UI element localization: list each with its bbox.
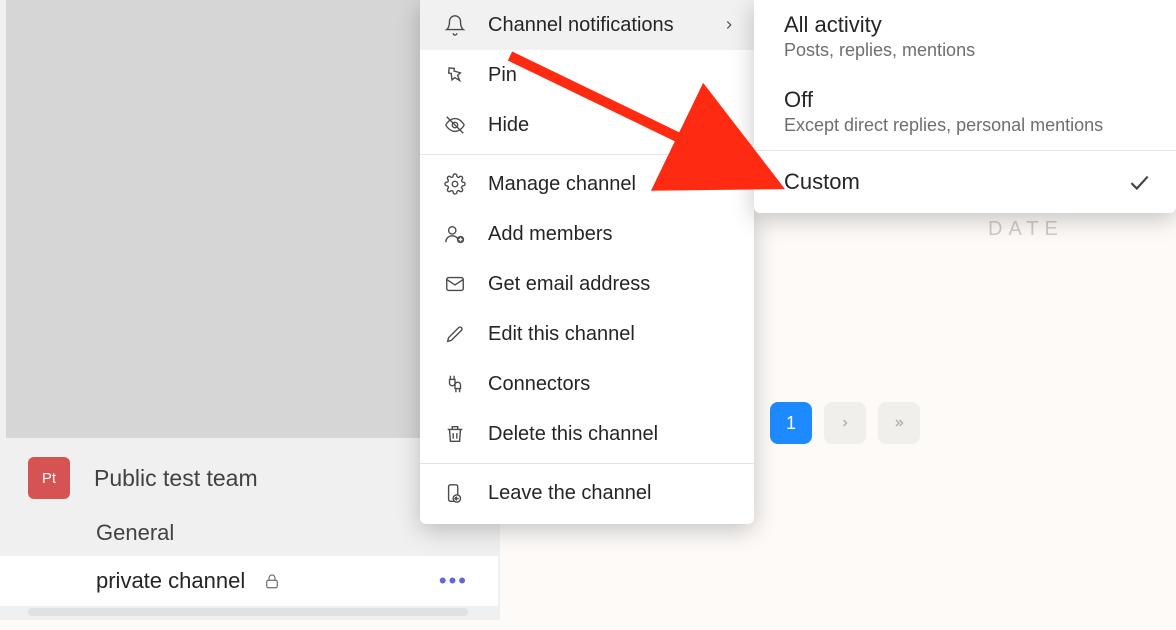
- menu-label: Connectors: [488, 373, 590, 396]
- menu-label: Add members: [488, 223, 613, 246]
- bell-icon: [440, 14, 470, 36]
- menu-separator: [420, 154, 754, 155]
- submenu-title: Off: [784, 87, 1146, 113]
- checkmark-icon: [1126, 169, 1152, 195]
- menu-label: Delete this channel: [488, 423, 658, 446]
- channel-private-label: private channel: [96, 568, 245, 594]
- channel-general-label: General: [96, 520, 174, 546]
- pin-icon: [440, 64, 470, 86]
- menu-label: Channel notifications: [488, 14, 674, 37]
- menu-label: Hide: [488, 114, 529, 137]
- submenu-desc: Except direct replies, personal mentions: [784, 115, 1146, 136]
- submenu-desc: Posts, replies, mentions: [784, 40, 1146, 61]
- team-name: Public test team: [94, 465, 258, 492]
- menu-manage-channel[interactable]: Manage channel: [420, 159, 754, 209]
- sidebar-placeholder: [6, 0, 426, 438]
- menu-edit-channel[interactable]: Edit this channel: [420, 309, 754, 359]
- menu-add-members[interactable]: Add members: [420, 209, 754, 259]
- menu-label: Leave the channel: [488, 482, 651, 505]
- menu-connectors[interactable]: Connectors: [420, 359, 754, 409]
- menu-delete-channel[interactable]: Delete this channel: [420, 409, 754, 459]
- menu-hide[interactable]: Hide: [420, 100, 754, 150]
- menu-separator: [420, 463, 754, 464]
- submenu-title: All activity: [784, 12, 1146, 38]
- column-header-date: DATE: [988, 218, 1064, 241]
- channel-more-icon[interactable]: •••: [439, 568, 468, 594]
- pagination: 1: [770, 402, 920, 444]
- team-avatar: Pt: [28, 457, 70, 499]
- channel-private[interactable]: private channel •••: [0, 556, 498, 606]
- menu-get-email[interactable]: Get email address: [420, 259, 754, 309]
- pencil-icon: [440, 323, 470, 345]
- hide-icon: [440, 114, 470, 136]
- connectors-icon: [440, 373, 470, 395]
- menu-leave-channel[interactable]: Leave the channel: [420, 468, 754, 518]
- menu-pin[interactable]: Pin: [420, 50, 754, 100]
- page-last-button[interactable]: [878, 402, 920, 444]
- leave-icon: [440, 482, 470, 504]
- submenu-custom[interactable]: Custom: [754, 151, 1176, 213]
- submenu-title: Custom: [784, 169, 860, 195]
- trash-icon: [440, 423, 470, 445]
- lock-icon: [263, 572, 281, 590]
- add-members-icon: [440, 223, 470, 245]
- menu-label: Edit this channel: [488, 323, 635, 346]
- menu-channel-notifications[interactable]: Channel notifications: [420, 0, 754, 50]
- page-next-button[interactable]: [824, 402, 866, 444]
- channel-notifications-submenu: All activity Posts, replies, mentions Of…: [754, 0, 1176, 213]
- channel-context-menu: Channel notifications Pin Hide Manage ch…: [420, 0, 754, 524]
- submenu-off[interactable]: Off Except direct replies, personal ment…: [754, 75, 1176, 150]
- horizontal-scrollbar[interactable]: [28, 608, 468, 616]
- page-1-button[interactable]: 1: [770, 402, 812, 444]
- gear-icon: [440, 173, 470, 195]
- chevron-right-icon: [722, 18, 736, 32]
- menu-label: Get email address: [488, 273, 650, 296]
- submenu-all-activity[interactable]: All activity Posts, replies, mentions: [754, 0, 1176, 75]
- menu-label: Manage channel: [488, 173, 636, 196]
- menu-label: Pin: [488, 64, 517, 87]
- email-icon: [440, 273, 470, 295]
